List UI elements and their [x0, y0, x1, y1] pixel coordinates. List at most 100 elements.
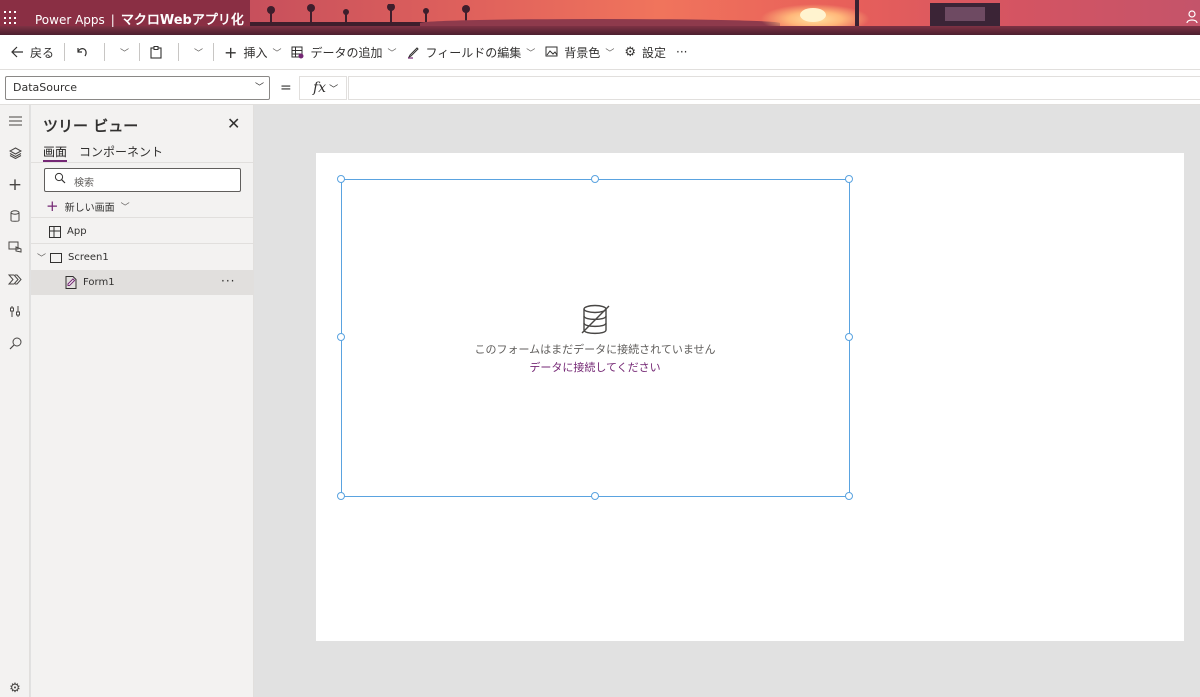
command-bar: 戻る ﹀ ﹀ + 挿入 ﹀ データの追加 ﹀ フィールドの編集 ﹀ 背景色 ﹀ …	[0, 35, 1200, 70]
database-icon[interactable]	[0, 202, 30, 230]
more-options-button[interactable]: ···	[221, 274, 235, 288]
title-separator: |	[110, 13, 115, 27]
edit-fields-button[interactable]: フィールドの編集 ﹀	[402, 35, 541, 70]
back-button[interactable]: 戻る	[6, 35, 59, 70]
fx-label: fx	[313, 80, 327, 96]
edit-fields-icon	[407, 46, 420, 59]
left-rail: + ⚙	[0, 105, 30, 697]
chevron-down-icon: ﹀	[605, 48, 615, 59]
arrow-left-icon	[11, 46, 24, 58]
tree-node-app[interactable]: App	[31, 219, 253, 244]
resize-handle-bottom[interactable]	[591, 492, 599, 500]
table-add-icon	[291, 46, 304, 59]
tree-node-form[interactable]: Form1 ···	[31, 270, 253, 295]
plus-icon: +	[46, 197, 59, 215]
more-label: ···	[676, 45, 688, 59]
add-data-button[interactable]: データの追加 ﹀	[286, 35, 401, 70]
formula-input[interactable]	[348, 76, 1200, 100]
fx-button[interactable]: fx ﹀	[299, 76, 347, 100]
search-icon[interactable]	[0, 329, 30, 357]
form-control[interactable]	[341, 179, 850, 497]
settings-label: 設定	[641, 45, 666, 60]
divider	[104, 43, 106, 61]
new-screen-button[interactable]: + 新しい画面 ﹀	[46, 197, 130, 215]
app-title: Power Apps | マクロWebアプリ化	[35, 9, 244, 28]
chevron-down-icon: ﹀	[120, 202, 130, 213]
form-icon	[65, 276, 78, 289]
divider	[213, 43, 215, 61]
media-icon[interactable]	[0, 233, 30, 261]
database-disconnected-icon	[581, 304, 611, 336]
paste-button[interactable]	[145, 35, 173, 70]
node-label: Form1	[83, 277, 115, 288]
chevron-down-icon[interactable]: ﹀	[37, 251, 46, 264]
account-icon[interactable]	[1186, 10, 1198, 24]
close-icon[interactable]: ✕	[227, 114, 240, 133]
tools-icon[interactable]	[0, 297, 30, 325]
resize-handle-top-left[interactable]	[337, 175, 345, 183]
connect-data-link[interactable]: データに接続してください	[455, 359, 735, 375]
chevron-down-icon: ﹀	[387, 48, 397, 59]
search-placeholder: 検索	[74, 178, 94, 189]
insert-button[interactable]: + 挿入 ﹀	[219, 35, 286, 70]
property-value: DataSource	[13, 81, 78, 94]
tab-components[interactable]: コンポーネント	[79, 143, 163, 160]
divider	[178, 43, 180, 61]
app-launcher-icon[interactable]	[4, 11, 18, 25]
resize-handle-bottom-left[interactable]	[337, 492, 345, 500]
hamburger-icon[interactable]	[0, 107, 30, 135]
plus-icon: +	[224, 42, 238, 62]
divider	[64, 43, 66, 61]
resize-handle-top[interactable]	[591, 175, 599, 183]
chevron-down-icon: ﹀	[120, 48, 130, 59]
tree-node-screen[interactable]: ﹀ Screen1	[31, 245, 253, 270]
divider	[31, 162, 254, 163]
node-label: Screen1	[68, 252, 109, 263]
resize-handle-right[interactable]	[845, 333, 853, 341]
divider	[139, 43, 141, 61]
equals-sign: =	[280, 80, 292, 96]
plus-icon[interactable]: +	[0, 171, 30, 199]
background-color-label: 背景色	[564, 45, 601, 60]
resize-handle-top-right[interactable]	[845, 175, 853, 183]
app-icon	[49, 225, 61, 238]
gear-icon: ⚙	[624, 44, 636, 60]
tab-screens[interactable]: 画面	[43, 143, 67, 160]
node-label: App	[67, 226, 87, 237]
formula-bar: DataSource ﹀ = fx ﹀	[0, 70, 1200, 105]
back-label: 戻る	[30, 45, 55, 60]
power-automate-icon[interactable]	[0, 265, 30, 293]
form-empty-message: このフォームはまだデータに接続されていません	[474, 343, 716, 356]
product-name: Power Apps	[35, 13, 105, 27]
search-icon	[54, 172, 66, 187]
sun	[800, 8, 826, 22]
insert-label: 挿入	[243, 45, 268, 60]
background-color-button[interactable]: 背景色 ﹀	[540, 35, 619, 70]
tree-view-panel: ツリー ビュー ✕ 画面 コンポーネント 検索 + 新しい画面 ﹀ App ﹀ …	[31, 105, 254, 697]
layers-icon[interactable]	[0, 139, 30, 167]
title-bar: Power Apps | マクロWebアプリ化	[0, 0, 1200, 35]
redo-dropdown[interactable]: ﹀	[110, 35, 134, 70]
chevron-down-icon: ﹀	[526, 48, 536, 59]
screen-icon	[50, 252, 62, 263]
clipboard-icon	[150, 45, 162, 59]
project-name[interactable]: マクロWebアプリ化	[121, 13, 244, 28]
undo-button[interactable]	[70, 35, 99, 70]
tree-search-input[interactable]: 検索	[44, 168, 241, 192]
edit-fields-label: フィールドの編集	[425, 45, 522, 60]
image-icon	[545, 46, 558, 58]
divider	[31, 243, 254, 244]
more-commands-button[interactable]: ···	[671, 35, 692, 70]
gear-icon[interactable]: ⚙	[0, 674, 30, 697]
paste-dropdown[interactable]: ﹀	[184, 35, 208, 70]
resize-handle-left[interactable]	[337, 333, 345, 341]
resize-handle-bottom-right[interactable]	[845, 492, 853, 500]
add-data-label: データの追加	[310, 45, 383, 60]
new-screen-label: 新しい画面	[64, 202, 115, 214]
chevron-down-icon: ﹀	[254, 83, 264, 93]
chevron-down-icon: ﹀	[329, 85, 339, 95]
divider	[31, 217, 254, 218]
chevron-down-icon: ﹀	[272, 48, 282, 59]
settings-button[interactable]: ⚙ 設定	[619, 35, 671, 70]
property-dropdown[interactable]: DataSource ﹀	[5, 76, 270, 100]
